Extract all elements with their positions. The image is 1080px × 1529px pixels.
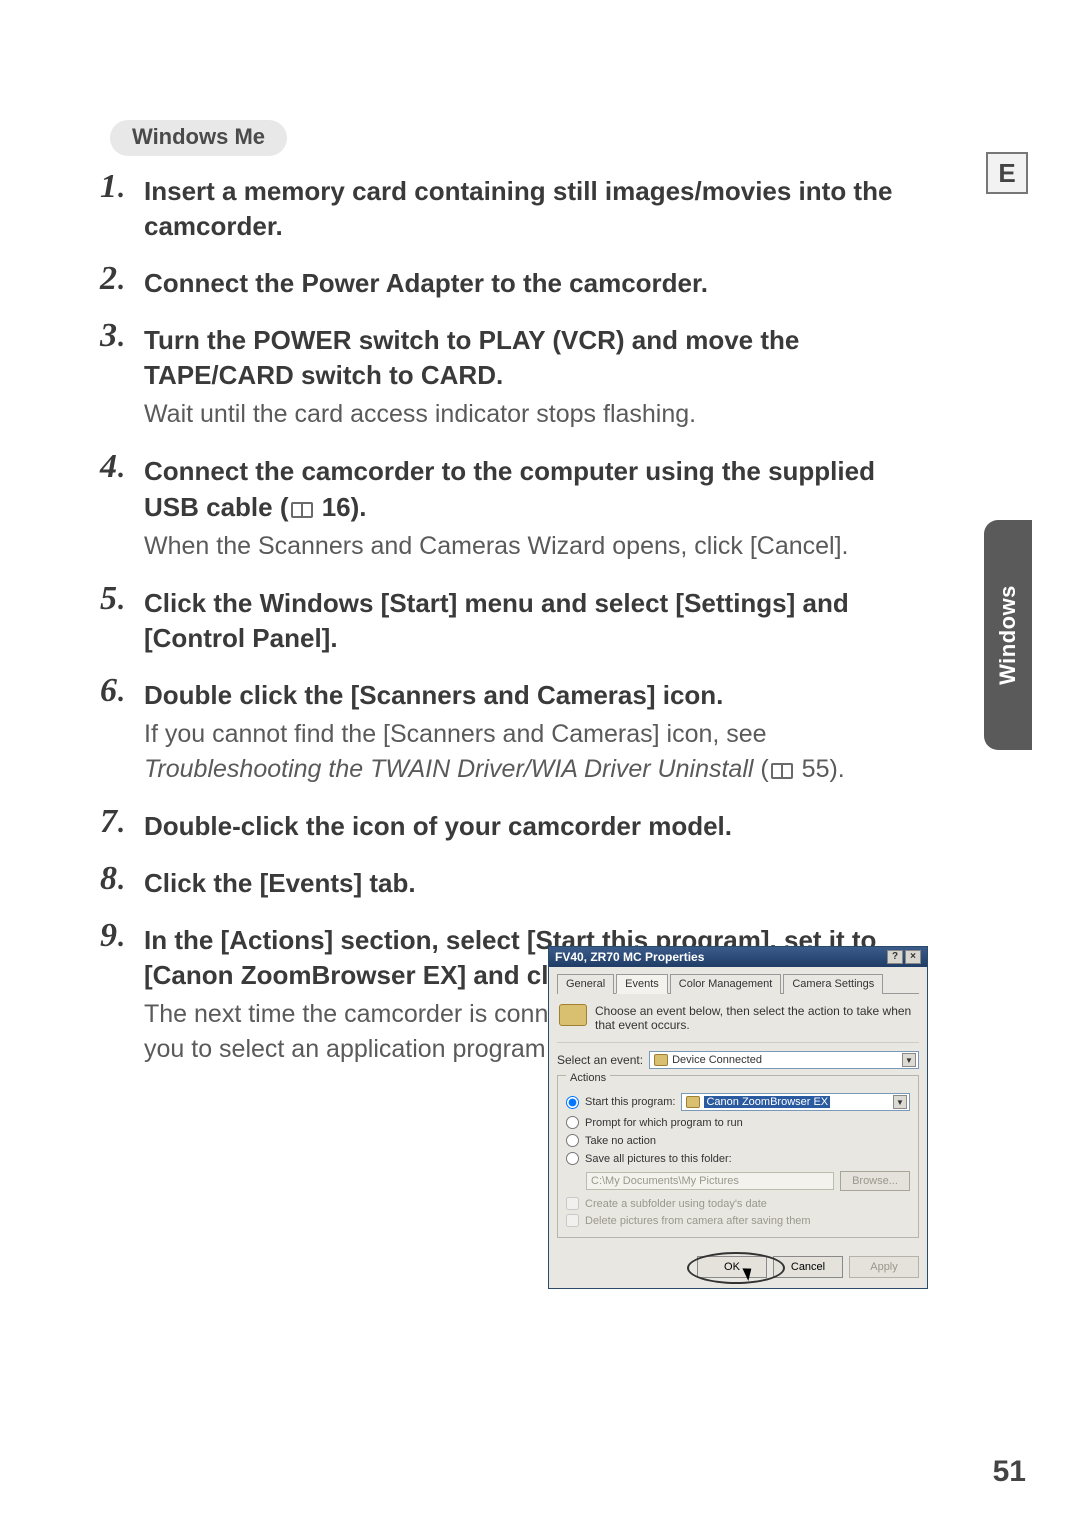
- step-title: Click the Windows [Start] menu and selec…: [144, 586, 930, 656]
- radio-prompt-label: Prompt for which program to run: [585, 1117, 743, 1129]
- tab-general[interactable]: General: [557, 974, 614, 994]
- tab-color-management[interactable]: Color Management: [670, 974, 782, 994]
- step-7: 7. Double-click the icon of your camcord…: [100, 809, 930, 844]
- step-number: 4.: [100, 448, 124, 486]
- select-event-value: Device Connected: [672, 1054, 762, 1066]
- step-8: 8. Click the [Events] tab.: [100, 866, 930, 901]
- step-title: Connect the camcorder to the computer us…: [144, 454, 930, 524]
- chk-delete-after-save[interactable]: [566, 1214, 579, 1227]
- actions-fieldset: Actions Start this program: Canon ZoomBr…: [557, 1075, 919, 1238]
- tab-events[interactable]: Events: [616, 974, 668, 994]
- step-3: 3. Turn the POWER switch to PLAY (VCR) a…: [100, 323, 930, 432]
- step-number: 2.: [100, 260, 124, 298]
- browse-button[interactable]: Browse...: [840, 1171, 910, 1191]
- radio-save-all-label: Save all pictures to this folder:: [585, 1153, 732, 1165]
- start-program-value: Canon ZoomBrowser EX: [704, 1096, 830, 1108]
- step-number: 8.: [100, 860, 124, 898]
- manual-ref-icon: [291, 502, 313, 518]
- dialog-tabs: General Events Color Management Camera S…: [557, 973, 919, 994]
- radio-start-program-label: Start this program:: [585, 1096, 675, 1108]
- step-4: 4. Connect the camcorder to the computer…: [100, 454, 930, 563]
- step-number: 1.: [100, 168, 124, 206]
- os-badge: Windows Me: [110, 120, 287, 156]
- os-badge-label: Windows Me: [132, 124, 265, 149]
- cancel-button[interactable]: Cancel: [773, 1256, 843, 1278]
- step-number: 6.: [100, 672, 124, 710]
- camera-icon: [654, 1054, 668, 1066]
- properties-dialog: FV40, ZR70 MC Properties ? × General Eve…: [548, 946, 928, 1289]
- manual-ref-icon: [771, 763, 793, 779]
- save-path-field[interactable]: C:\My Documents\My Pictures: [586, 1172, 834, 1190]
- side-tab-windows: Windows: [984, 520, 1032, 750]
- step-title: Click the [Events] tab.: [144, 866, 930, 901]
- step-1: 1. Insert a memory card containing still…: [100, 174, 930, 244]
- step-2: 2. Connect the Power Adapter to the camc…: [100, 266, 930, 301]
- select-event-combo[interactable]: Device Connected ▼: [649, 1051, 919, 1069]
- chevron-down-icon: ▼: [893, 1095, 907, 1109]
- ok-button[interactable]: OK: [697, 1256, 767, 1278]
- select-event-label: Select an event:: [557, 1053, 643, 1067]
- chk-delete-after-save-label: Delete pictures from camera after saving…: [585, 1215, 811, 1227]
- radio-take-no-action-label: Take no action: [585, 1135, 656, 1147]
- radio-take-no-action[interactable]: [566, 1134, 579, 1147]
- step-title: Turn the POWER switch to PLAY (VCR) and …: [144, 323, 930, 393]
- side-tab-label: Windows: [995, 585, 1021, 685]
- actions-legend: Actions: [566, 1072, 610, 1084]
- tab-camera-settings[interactable]: Camera Settings: [783, 974, 883, 994]
- radio-prompt[interactable]: [566, 1116, 579, 1129]
- chevron-down-icon: ▼: [902, 1053, 916, 1067]
- step-title: Connect the Power Adapter to the camcord…: [144, 266, 930, 301]
- radio-start-program[interactable]: [566, 1096, 579, 1109]
- page-number: 51: [993, 1455, 1026, 1489]
- start-program-combo[interactable]: Canon ZoomBrowser EX ▼: [681, 1093, 910, 1111]
- step-title: Double click the [Scanners and Cameras] …: [144, 678, 930, 713]
- step-body: When the Scanners and Cameras Wizard ope…: [144, 529, 930, 564]
- dialog-title: FV40, ZR70 MC Properties: [555, 950, 704, 964]
- camera-icon: [559, 1004, 587, 1026]
- step-number: 3.: [100, 317, 124, 355]
- chk-create-subfolder[interactable]: [566, 1197, 579, 1210]
- step-body: If you cannot find the [Scanners and Cam…: [144, 717, 930, 787]
- help-button[interactable]: ?: [887, 950, 903, 964]
- step-title: Insert a memory card containing still im…: [144, 174, 930, 244]
- radio-save-all[interactable]: [566, 1152, 579, 1165]
- camera-icon: [686, 1096, 700, 1108]
- language-indicator-box: E: [986, 152, 1028, 194]
- step-number: 9.: [100, 917, 124, 955]
- step-6: 6. Double click the [Scanners and Camera…: [100, 678, 930, 787]
- close-button[interactable]: ×: [905, 950, 921, 964]
- chk-create-subfolder-label: Create a subfolder using today's date: [585, 1198, 767, 1210]
- step-body: Wait until the card access indicator sto…: [144, 397, 930, 432]
- page-content: Windows Me 1. Insert a memory card conta…: [100, 120, 930, 1073]
- step-number: 7.: [100, 803, 124, 841]
- step-title: Double-click the icon of your camcorder …: [144, 809, 930, 844]
- step-5: 5. Click the Windows [Start] menu and se…: [100, 586, 930, 656]
- dialog-titlebar: FV40, ZR70 MC Properties ? ×: [549, 947, 927, 967]
- apply-button[interactable]: Apply: [849, 1256, 919, 1278]
- dialog-hint: Choose an event below, then select the a…: [595, 1004, 917, 1032]
- step-number: 5.: [100, 580, 124, 618]
- language-indicator-label: E: [998, 158, 1015, 189]
